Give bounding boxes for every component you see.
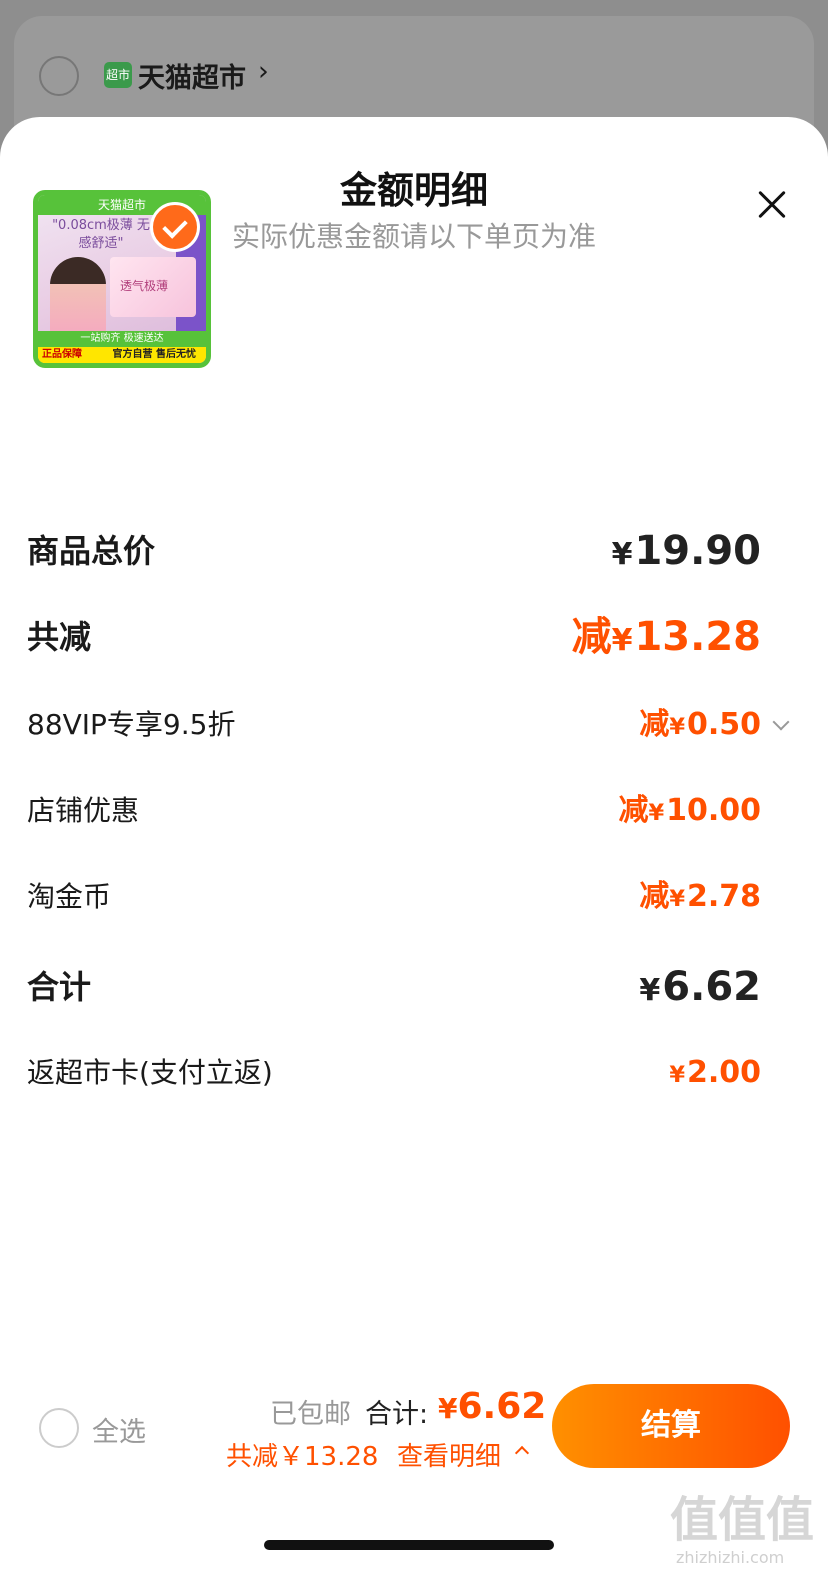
row-value: ¥19.90 bbox=[612, 526, 761, 580]
discount-prefix: 减 bbox=[618, 793, 649, 828]
row-label: 商品总价 bbox=[27, 532, 156, 570]
select-all-label[interactable]: 全选 bbox=[92, 1410, 146, 1449]
row-value: 减¥13.28 bbox=[572, 612, 761, 666]
row-label: 店铺优惠 bbox=[27, 794, 140, 827]
total-amount: ¥6.62 bbox=[438, 1386, 546, 1427]
selected-check-icon[interactable] bbox=[150, 202, 200, 252]
row-label: 返超市卡(支付立返) bbox=[27, 1056, 273, 1089]
store-logo-icon: 超市 bbox=[104, 62, 132, 88]
watermark-site: zhizhizhi.com bbox=[676, 1548, 785, 1567]
view-detail-link[interactable]: 查看明细 bbox=[397, 1436, 501, 1473]
row-value: ¥6.62 bbox=[639, 962, 761, 1016]
row-amount: 2.78 bbox=[686, 879, 761, 914]
row-label: 淘金币 bbox=[27, 880, 112, 913]
total-value: 6.62 bbox=[457, 1386, 547, 1427]
row-label: 共减 bbox=[27, 618, 92, 656]
row-cashback: 返超市卡(支付立返) ¥2.00 bbox=[27, 1048, 761, 1098]
row-value: 减¥10.00 bbox=[618, 786, 761, 838]
row-amount: 13.28 bbox=[634, 614, 761, 660]
close-icon[interactable] bbox=[752, 185, 792, 225]
row-88vip[interactable]: 88VIP专享9.5折 减¥0.50 bbox=[27, 700, 790, 752]
select-all-radio[interactable] bbox=[39, 1408, 79, 1448]
row-value: ¥2.00 bbox=[669, 1048, 761, 1100]
free-shipping-text: 已包邮 bbox=[270, 1399, 351, 1430]
chevron-right-icon[interactable]: › bbox=[258, 56, 269, 87]
row-amount: 2.00 bbox=[686, 1055, 761, 1090]
row-amount: 19.90 bbox=[634, 528, 761, 574]
row-value: 减¥0.50 bbox=[639, 700, 761, 752]
home-indicator[interactable] bbox=[264, 1540, 554, 1550]
store-name-link[interactable]: 天猫超市 bbox=[138, 56, 246, 95]
discount-prefix: 减 bbox=[639, 707, 670, 742]
currency-symbol: ¥ bbox=[669, 714, 685, 740]
currency-symbol: ¥ bbox=[669, 1062, 685, 1088]
row-subtotal: 商品总价 ¥19.90 bbox=[27, 526, 761, 576]
product-genuine-seal: 正品保障 bbox=[38, 347, 86, 363]
row-amount: 0.50 bbox=[686, 707, 761, 742]
row-label: 合计 bbox=[27, 968, 92, 1006]
currency-symbol: ¥ bbox=[639, 973, 661, 1008]
product-box: 透气极薄 bbox=[110, 257, 196, 317]
product-footer-green: 一站购齐 极速送达 bbox=[38, 331, 206, 347]
currency-symbol: ¥ bbox=[611, 537, 633, 572]
discount-prefix: 减 bbox=[639, 879, 670, 914]
checkout-button[interactable]: 结算 bbox=[552, 1384, 790, 1468]
total-label: 合计: bbox=[365, 1399, 429, 1430]
row-shop-discount: 店铺优惠 减¥10.00 bbox=[27, 786, 761, 836]
currency-symbol: ¥ bbox=[611, 623, 633, 658]
row-total: 合计 ¥6.62 bbox=[27, 962, 761, 1012]
discount-prefix: 减 bbox=[571, 614, 612, 660]
row-value: 减¥2.78 bbox=[639, 872, 761, 924]
store-select-radio[interactable] bbox=[39, 56, 79, 96]
row-total-discount: 共减 减¥13.28 bbox=[27, 612, 761, 662]
currency-symbol: ¥ bbox=[648, 800, 665, 826]
product-box-label: 透气极薄 bbox=[120, 279, 169, 293]
currency-symbol: ¥ bbox=[438, 1392, 458, 1425]
row-amount: 6.62 bbox=[662, 964, 761, 1010]
screen: 超市 天猫超市 › 金额明细 实际优惠金额请以下单页为准 天猫超市 "0.08c… bbox=[0, 0, 828, 1589]
row-label: 88VIP专享9.5折 bbox=[27, 708, 236, 741]
row-amount: 10.00 bbox=[666, 793, 761, 828]
product-tagline: "0.08cm极薄 无感舒适" bbox=[52, 218, 150, 251]
row-taojinbi: 淘金币 减¥2.78 bbox=[27, 872, 761, 922]
currency-symbol: ¥ bbox=[669, 886, 685, 912]
total-discount-text: 共减￥13.28 bbox=[226, 1442, 379, 1472]
